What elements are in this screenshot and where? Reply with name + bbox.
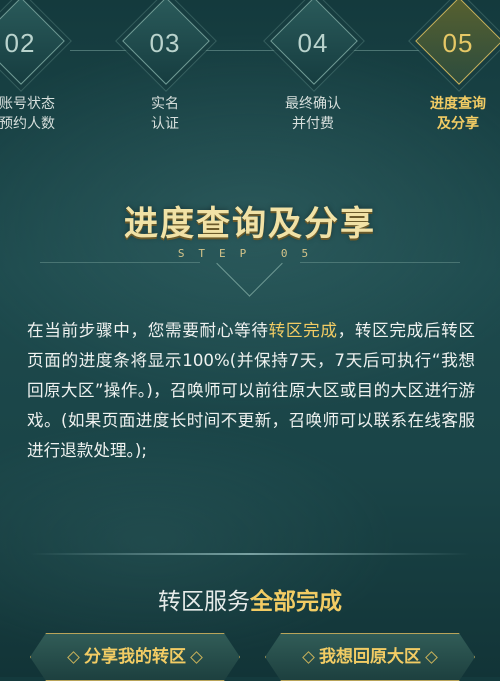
diamond-ornament-icon bbox=[67, 651, 80, 664]
step-03: 03 实名 认证 bbox=[110, 0, 220, 134]
diamond-ornament-icon bbox=[190, 651, 203, 664]
instructions-paragraph: 在当前步骤中，您需要耐心等待转区完成，转区完成后转区页面的进度条将显示100%(… bbox=[27, 321, 476, 460]
step-label: 进度查询 及分享 bbox=[430, 96, 486, 132]
step-04: 04 最终确认 并付费 bbox=[258, 0, 368, 134]
share-button-label: 分享我的转区 bbox=[84, 647, 186, 667]
step-number: 05 bbox=[442, 28, 474, 58]
return-original-server-button[interactable]: 我想回原大区 bbox=[265, 633, 475, 681]
title-rule-left bbox=[40, 262, 200, 263]
divider bbox=[30, 553, 470, 555]
return-button-label: 我想回原大区 bbox=[319, 647, 421, 667]
section-title: 进度查询及分享 bbox=[124, 204, 376, 244]
completion-strong: 全部完成 bbox=[250, 589, 342, 615]
step-number: 04 bbox=[297, 28, 329, 58]
title-rule-right bbox=[300, 262, 460, 263]
section-header: 进度查询及分享 STEP 05 bbox=[0, 196, 500, 260]
section-subtitle: STEP 05 bbox=[177, 247, 323, 260]
step-05-active: 05 进度查询 及分享 bbox=[403, 0, 500, 134]
diamond-ornament-icon bbox=[302, 651, 315, 664]
share-transfer-button[interactable]: 分享我的转区 bbox=[30, 633, 240, 681]
step-label: 刚账号状态 前预约人数 bbox=[0, 96, 55, 132]
step-02: 02 刚账号状态 前预约人数 bbox=[0, 0, 75, 134]
completion-message: 转区服务全部完成 bbox=[158, 589, 342, 615]
step-number: 03 bbox=[149, 28, 181, 58]
step-label: 最终确认 并付费 bbox=[285, 96, 341, 132]
step-progress: 02 刚账号状态 前预约人数 03 实名 认证 04 最终确认 并付费 05 bbox=[0, 0, 500, 150]
step-label: 实名 认证 bbox=[151, 96, 179, 132]
step-number: 02 bbox=[4, 28, 36, 58]
diamond-ornament-icon bbox=[425, 651, 438, 664]
highlight-text: 转区完成 bbox=[268, 321, 338, 340]
